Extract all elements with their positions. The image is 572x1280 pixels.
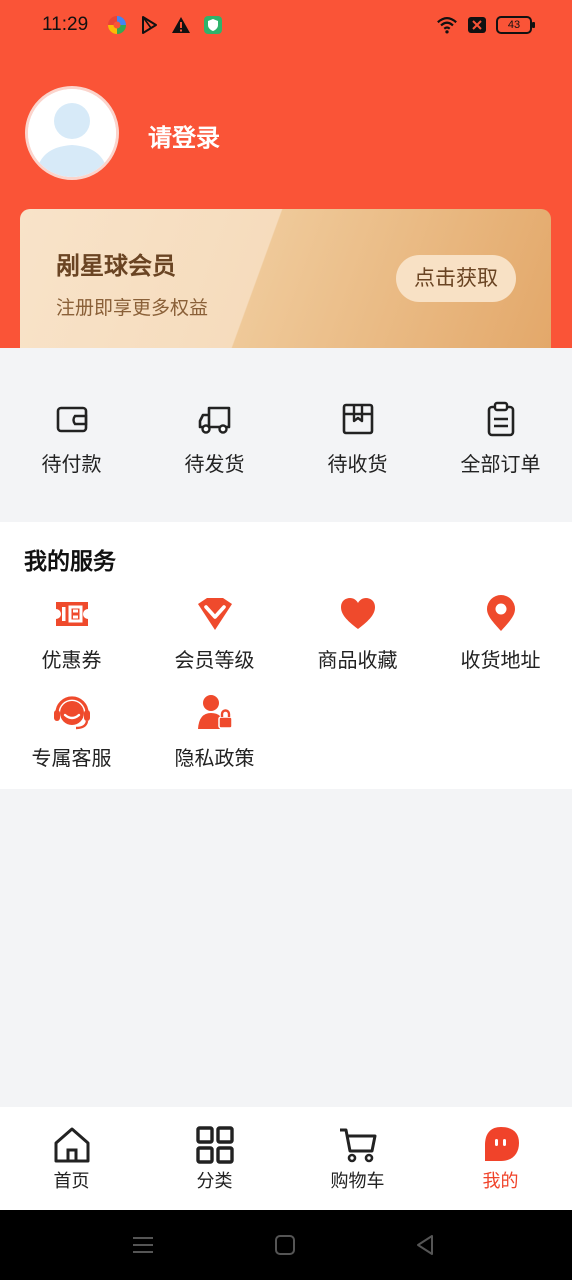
cart-icon <box>339 1128 376 1163</box>
order-pending-receipt[interactable]: 待收货 <box>286 400 429 477</box>
services-title: 我的服务 <box>24 549 116 575</box>
vip-card[interactable]: 剐星球会员 注册即享更多权益 点击获取 <box>20 209 551 348</box>
order-label: 待收货 <box>327 452 388 476</box>
wallet-icon <box>56 406 87 433</box>
tab-profile[interactable]: 我的 <box>429 1125 572 1193</box>
vip-title: 剐星球会员 <box>56 252 176 280</box>
warning-icon <box>172 17 190 33</box>
play-store-icon <box>142 16 157 34</box>
service-label: 隐私政策 <box>174 746 255 770</box>
order-all[interactable]: 全部订单 <box>429 400 572 477</box>
tab-label: 购物车 <box>330 1171 385 1192</box>
tab-cart[interactable]: 购物车 <box>286 1125 429 1193</box>
status-time: 11:29 <box>42 14 89 35</box>
service-customer-support[interactable]: 专属客服 <box>0 692 143 771</box>
menu-icon[interactable] <box>130 1232 156 1258</box>
profile-header: 11:29 43 请登录 剐星球会员 注册即享更多权益 点击获取 <box>0 0 572 348</box>
service-address[interactable]: 收货地址 <box>429 594 572 673</box>
services-section: 我的服务 优惠券 会员等级 商品收藏 收货地址 专属客服 隐私政策 <box>0 522 572 789</box>
service-vip-level[interactable]: 会员等级 <box>143 594 286 673</box>
tab-label: 我的 <box>482 1171 519 1192</box>
service-label: 会员等级 <box>174 648 255 672</box>
tab-label: 分类 <box>196 1171 233 1192</box>
home-button-icon[interactable] <box>272 1232 298 1258</box>
service-coupon[interactable]: 优惠券 <box>0 594 143 673</box>
home-icon <box>54 1127 89 1163</box>
bottom-tab-bar: 首页 分类 购物车 我的 <box>0 1107 572 1210</box>
order-shortcuts: 待付款 待发货 待收货 全部订单 <box>0 348 572 522</box>
battery-indicator: 43 <box>496 16 535 34</box>
order-pending-payment[interactable]: 待付款 <box>0 400 143 477</box>
profile-icon <box>484 1127 519 1161</box>
tab-label: 首页 <box>53 1171 90 1192</box>
status-bar: 11:29 43 <box>0 0 572 50</box>
user-lock-icon <box>197 695 233 729</box>
no-sim-icon <box>468 17 486 33</box>
order-pending-shipment[interactable]: 待发货 <box>143 400 286 477</box>
tab-category[interactable]: 分类 <box>143 1125 286 1193</box>
login-link[interactable]: 请登录 <box>148 118 220 153</box>
system-icons: 43 <box>436 14 535 36</box>
package-icon <box>342 403 373 435</box>
location-pin-icon <box>486 595 515 631</box>
vip-subtitle: 注册即享更多权益 <box>56 297 209 319</box>
wifi-icon <box>437 17 457 34</box>
vip-level-icon <box>197 598 232 630</box>
default-avatar-icon <box>28 89 116 177</box>
system-navigation-bar <box>0 1210 572 1280</box>
clipboard-icon <box>487 401 514 437</box>
service-label: 收货地址 <box>460 648 541 672</box>
grid-icon <box>195 1126 234 1164</box>
order-label: 全部订单 <box>460 452 541 476</box>
service-label: 专属客服 <box>31 746 112 770</box>
back-icon[interactable] <box>412 1232 438 1258</box>
service-privacy-policy[interactable]: 隐私政策 <box>143 692 286 771</box>
avatar[interactable] <box>25 86 119 180</box>
order-label: 待付款 <box>41 452 102 476</box>
tab-home[interactable]: 首页 <box>0 1125 143 1193</box>
shield-icon <box>204 16 222 34</box>
heart-icon <box>340 598 375 629</box>
service-label: 优惠券 <box>41 648 102 672</box>
coupon-icon <box>55 602 88 626</box>
notification-icons <box>106 14 224 36</box>
truck-icon <box>198 406 230 434</box>
service-label: 商品收藏 <box>317 648 398 672</box>
order-label: 待发货 <box>184 452 245 476</box>
headset-icon <box>53 696 90 730</box>
get-vip-button[interactable]: 点击获取 <box>396 255 516 302</box>
app-color-icon <box>108 16 126 34</box>
service-favorites[interactable]: 商品收藏 <box>286 594 429 673</box>
